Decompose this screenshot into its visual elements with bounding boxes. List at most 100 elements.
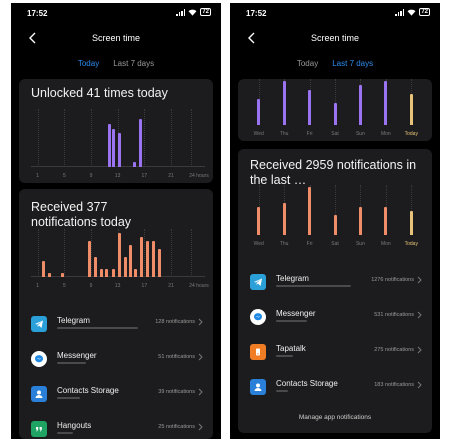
chart-bar <box>409 94 413 125</box>
notifications-chart: 1 5 9 13 17 21 24 hours <box>31 229 209 289</box>
notification-count: 39 notifications <box>158 389 195 395</box>
hangouts-icon <box>31 421 47 437</box>
notification-count: 128 notifications <box>155 319 195 325</box>
x-tick-label: Mon <box>380 241 391 247</box>
chart-bar <box>112 269 116 277</box>
chart-bar <box>134 269 138 277</box>
gridline <box>91 109 92 167</box>
messenger-icon <box>250 309 266 325</box>
chevron-right-icon <box>198 353 203 361</box>
usage-bar <box>57 362 86 364</box>
app-row-tapatalk[interactable]: Tapatalk 275 notifications <box>250 339 422 369</box>
chart-bar <box>257 98 261 125</box>
battery-icon: 72 <box>419 8 430 16</box>
x-tick-label: 5 <box>62 173 66 179</box>
x-tick-label: Sun <box>355 241 365 247</box>
notification-count: 275 notifications <box>374 347 414 353</box>
status-bar: 17:52 72 <box>230 3 440 23</box>
chart-bar <box>157 249 161 277</box>
app-name: Messenger <box>276 309 316 318</box>
tab-bar: Today Last 7 days <box>230 59 440 73</box>
x-tick-label: Thu <box>279 241 289 247</box>
tab-today[interactable]: Today <box>297 59 318 73</box>
app-row-contacts-storage[interactable]: Contacts Storage 183 notifications <box>250 374 422 404</box>
messenger-icon <box>31 351 47 367</box>
manage-app-notifications-link[interactable]: Manage app notifications <box>238 414 432 421</box>
gridline <box>64 109 66 167</box>
tab-last-7-days[interactable]: Last 7 days <box>113 59 154 73</box>
notifications-title: Received 377 notifications today <box>31 200 132 229</box>
app-row-hangouts[interactable]: Hangouts 25 notifications <box>31 416 203 439</box>
x-tick-label: 17 <box>141 283 148 289</box>
app-row-contacts-storage[interactable]: Contacts Storage 39 notifications <box>31 381 203 411</box>
x-tick-label: Sat <box>331 241 339 247</box>
chevron-right-icon <box>198 423 203 431</box>
x-tick-label: 9 <box>89 173 93 179</box>
signal-icon <box>395 8 405 16</box>
chart-bar <box>152 241 156 277</box>
notifications-week-chart: Wed Thu Fri Sat Sun Mon Today <box>246 185 424 247</box>
chart-bar <box>308 89 312 125</box>
telegram-icon <box>250 274 266 290</box>
x-tick-label: Today <box>404 241 418 247</box>
chart-bar <box>105 269 108 277</box>
chart-bar <box>117 133 121 167</box>
chart-bar <box>61 273 64 277</box>
chart-bar <box>358 85 362 125</box>
gridline <box>37 109 39 167</box>
battery-icon: 72 <box>200 8 211 16</box>
usage-bar <box>276 320 307 322</box>
chart-bar <box>145 241 149 277</box>
gridline <box>171 109 172 167</box>
x-tick-label: Wed <box>253 131 264 137</box>
chart-bar <box>133 162 136 167</box>
usage-bar <box>276 285 351 287</box>
notifications-week-title: Received 2959 notifications in the last … <box>250 158 417 187</box>
chart-bar <box>358 207 362 235</box>
chevron-right-icon <box>417 381 422 389</box>
chart-bar <box>257 207 261 235</box>
chevron-right-icon <box>198 388 203 396</box>
chart-bar <box>112 128 116 167</box>
usage-bar <box>57 327 138 329</box>
x-tick-label: Fri <box>306 241 313 247</box>
app-name: Contacts Storage <box>276 379 338 388</box>
page-title: Screen time <box>91 33 141 43</box>
x-tick-label: 9 <box>89 283 93 289</box>
app-row-telegram[interactable]: Telegram 1276 notifications <box>250 269 422 299</box>
unlocks-chart: 1 5 9 13 17 21 24 hours <box>31 109 209 179</box>
page-title: Screen time <box>310 33 360 43</box>
unlocks-card[interactable]: Unlocked 41 times today 1 5 9 13 17 21 24 hour… <box>19 79 213 183</box>
usage-bar <box>57 397 80 399</box>
status-bar: 17:52 72 <box>11 3 221 23</box>
chart-bar <box>139 119 142 167</box>
chart-bar <box>282 203 286 235</box>
x-tick-label: 21 <box>168 283 174 289</box>
chart-bar <box>140 237 144 277</box>
gridline <box>191 109 192 167</box>
chart-bar <box>94 257 98 277</box>
notification-count: 1276 notifications <box>371 277 414 283</box>
gridline <box>37 229 39 277</box>
chart-bar <box>308 187 312 235</box>
x-tick-label: 13 <box>114 173 121 179</box>
chart-bar <box>117 233 121 277</box>
chart-bar <box>409 211 413 235</box>
wifi-icon <box>407 9 416 16</box>
x-tick-label: 1 <box>36 283 40 289</box>
app-row-messenger[interactable]: Messenger 51 notifications <box>31 346 203 376</box>
notification-count: 531 notifications <box>374 312 414 318</box>
x-tick-label: 1 <box>36 173 40 179</box>
chart-bar <box>129 245 132 277</box>
chart-bar <box>384 207 388 235</box>
unlocks-week-card[interactable]: Wed Thu Fri Sat Sun Mon Today <box>238 79 432 141</box>
x-tick-label: Sun <box>355 131 365 137</box>
gridline <box>191 229 192 277</box>
x-tick-label: 13 <box>114 283 121 289</box>
tab-today[interactable]: Today <box>78 59 99 73</box>
app-row-messenger[interactable]: Messenger 531 notifications <box>250 304 422 334</box>
tab-last-7-days[interactable]: Last 7 days <box>332 59 373 73</box>
notifications-week-card: Received 2959 notifications in the last … <box>238 149 432 433</box>
notification-count: 25 notifications <box>158 424 195 430</box>
app-row-telegram[interactable]: Telegram 128 notifications <box>31 311 203 341</box>
